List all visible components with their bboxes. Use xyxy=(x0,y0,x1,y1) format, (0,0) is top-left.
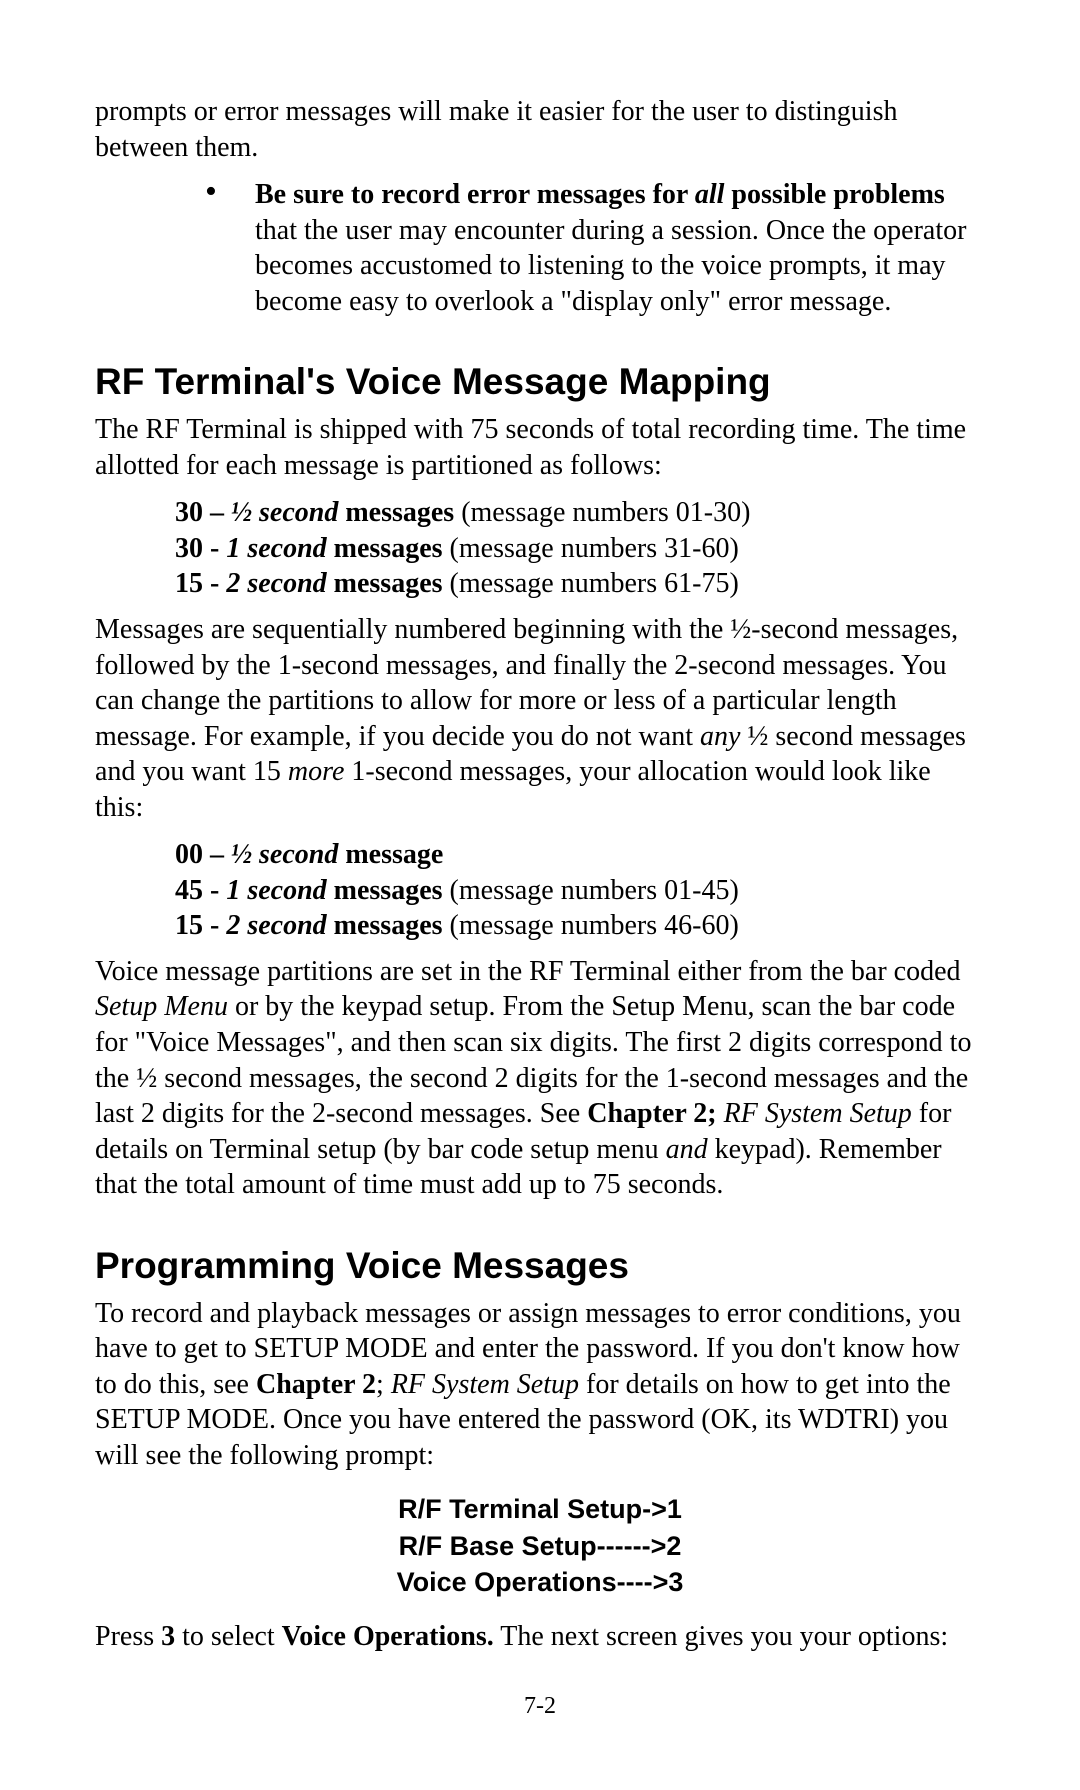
row-count: 00 – xyxy=(175,839,231,870)
list-row: 45 - 1 second messages (message numbers … xyxy=(175,873,985,909)
row-range: (message numbers 61-75) xyxy=(450,568,739,599)
bullet-rest: that the user may encounter during a ses… xyxy=(255,215,966,317)
row-count: 30 - xyxy=(175,533,226,564)
list-row: 30 - 1 second messages (message numbers … xyxy=(175,531,985,567)
row-count: 15 - xyxy=(175,568,226,599)
list-row: 15 - 2 second messages (message numbers … xyxy=(175,566,985,602)
mapping-list-1: 30 – ½ second messages (message numbers … xyxy=(175,495,985,602)
page-number: 7-2 xyxy=(0,1693,1080,1720)
setup-menu-prompt: R/F Terminal Setup->1 R/F Base Setup----… xyxy=(95,1491,985,1600)
row-count: 30 – xyxy=(175,497,231,528)
text: Voice message partitions are set in the … xyxy=(95,956,961,987)
text-ital: more xyxy=(288,756,345,787)
bullet-lead-ital: all xyxy=(695,179,725,210)
bullet-list: Be sure to record error messages for all… xyxy=(205,177,985,319)
text-ital: and xyxy=(666,1134,708,1165)
bullet-lead-bold2: possible problems xyxy=(724,179,944,210)
bullet-lead-bold: Be sure to record error messages for xyxy=(255,179,695,210)
text-ital: Setup Menu xyxy=(95,991,228,1022)
text-bold: Chapter 2 xyxy=(256,1369,376,1400)
prog-press-3: Press 3 to select Voice Operations. The … xyxy=(95,1619,985,1655)
menu-line-2: R/F Base Setup------>2 xyxy=(95,1528,985,1564)
list-row: 00 – ½ second message xyxy=(175,837,985,873)
row-range: (message numbers 31-60) xyxy=(450,533,739,564)
menu-line-3: Voice Operations---->3 xyxy=(95,1564,985,1600)
row-range: (message numbers 01-30) xyxy=(461,497,750,528)
mapping-list-2: 00 – ½ second message 45 - 1 second mess… xyxy=(175,837,985,944)
intro-continuation: prompts or error messages will make it e… xyxy=(95,94,985,165)
row-count: 45 - xyxy=(175,875,226,906)
page-content: prompts or error messages will make it e… xyxy=(95,94,985,1654)
mapping-partitions: Voice message partitions are set in the … xyxy=(95,954,985,1203)
text-bold: 3 xyxy=(161,1621,175,1652)
row-count: 15 - xyxy=(175,910,226,941)
mapping-intro: The RF Terminal is shipped with 75 secon… xyxy=(95,412,985,483)
row-msg: messages xyxy=(327,910,450,941)
text-ital: RF System Setup xyxy=(391,1369,579,1400)
text: The next screen gives you your options: xyxy=(494,1621,948,1652)
text: to select xyxy=(175,1621,282,1652)
list-row: 15 - 2 second messages (message numbers … xyxy=(175,908,985,944)
menu-line-1: R/F Terminal Setup->1 xyxy=(95,1491,985,1527)
row-range: (message numbers 01-45) xyxy=(450,875,739,906)
text: ; xyxy=(376,1369,391,1400)
mapping-explain: Messages are sequentially numbered begin… xyxy=(95,612,985,825)
row-dur: 2 second xyxy=(226,568,326,599)
row-dur: 1 second xyxy=(226,533,326,564)
text-ital: any xyxy=(700,721,740,752)
heading-programming: Programming Voice Messages xyxy=(95,1243,985,1290)
row-msg: message xyxy=(338,839,443,870)
list-row: 30 – ½ second messages (message numbers … xyxy=(175,495,985,531)
prog-intro: To record and playback messages or assig… xyxy=(95,1296,985,1474)
row-range: (message numbers 46-60) xyxy=(450,910,739,941)
heading-mapping: RF Terminal's Voice Message Mapping xyxy=(95,359,985,406)
row-msg: messages xyxy=(327,875,450,906)
row-msg: messages xyxy=(338,497,461,528)
text-bold: Voice Operations. xyxy=(282,1621,494,1652)
row-dur: ½ second xyxy=(231,497,338,528)
row-dur: ½ second xyxy=(231,839,338,870)
row-dur: 2 second xyxy=(226,910,326,941)
row-dur: 1 second xyxy=(226,875,326,906)
bullet-item: Be sure to record error messages for all… xyxy=(205,177,985,319)
text-ital: RF System Setup xyxy=(724,1098,912,1129)
document-page: prompts or error messages will make it e… xyxy=(0,0,1080,1790)
row-msg: messages xyxy=(327,533,450,564)
row-msg: messages xyxy=(327,568,450,599)
text-bold: Chapter 2; xyxy=(587,1098,723,1129)
text: Press xyxy=(95,1621,161,1652)
